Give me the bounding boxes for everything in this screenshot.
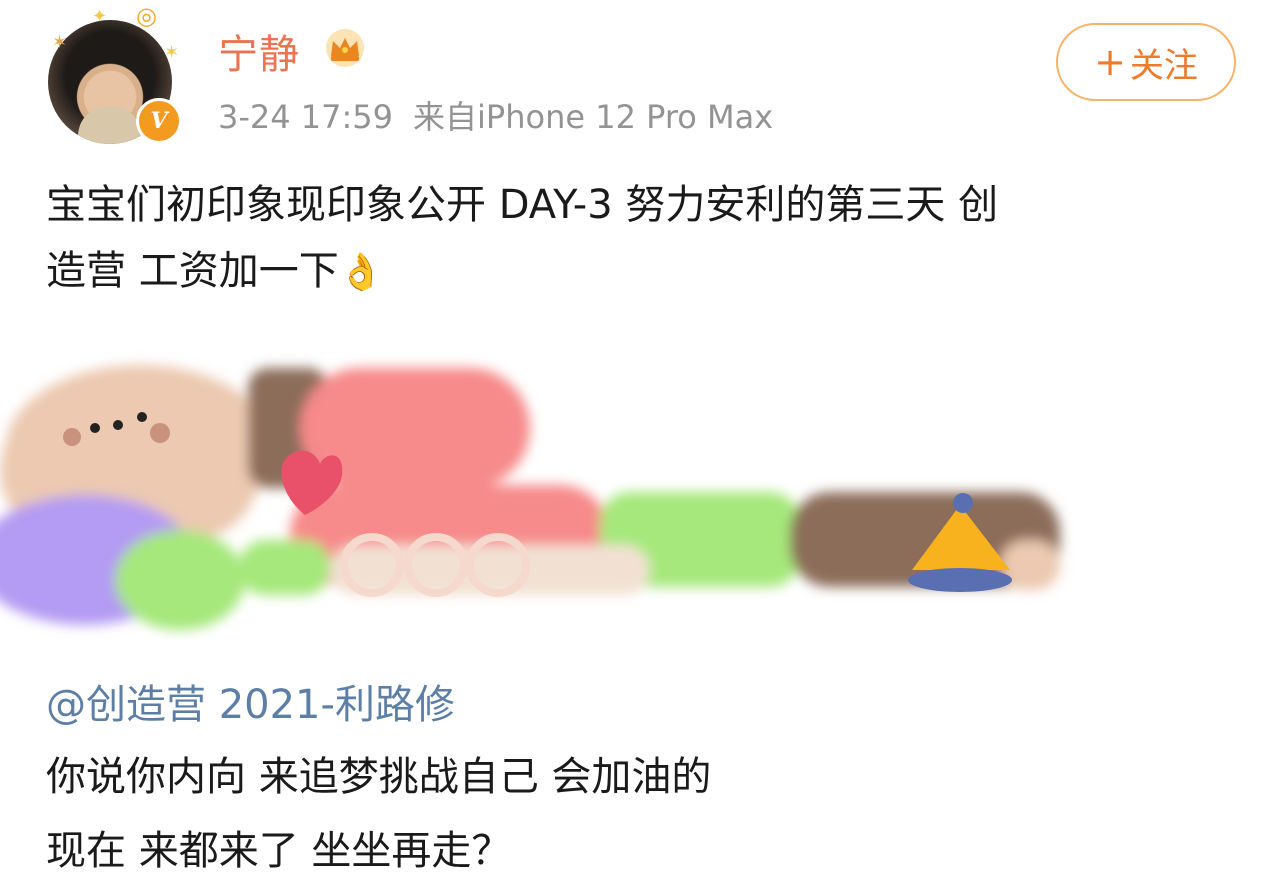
post-source: 来自iPhone 12 Pro Max	[413, 98, 774, 136]
ok-hand-icon: 👌	[338, 252, 384, 293]
sparkle-icon: ✶	[52, 32, 68, 53]
post-text-line-2: 造营 工资加一下👌	[46, 238, 1246, 306]
post-text-line: 宝宝们初印象现印象公开 DAY-3 努力安利的第三天 创	[46, 182, 999, 228]
post-text-line: 造营 工资加一下	[46, 248, 339, 294]
post-meta: 3-24 17:59 来自iPhone 12 Pro Max	[218, 92, 773, 138]
star-icon: ✦	[92, 6, 108, 27]
repost-text-line: 你说你内向 来追梦挑战自己 会加油的	[46, 754, 712, 800]
ring-icon: ◎	[136, 2, 157, 30]
post-image[interactable]	[0, 340, 1284, 640]
repost-user-link[interactable]: @创造营 2021-利路修	[46, 672, 455, 730]
repost-text-line: 现在 来都来了 坐坐再走？	[46, 828, 512, 874]
post-text: 宝宝们初印象现印象公开 DAY-3 努力安利的第三天 创 造营 工资加一下👌	[46, 172, 1246, 306]
follow-label: 关注	[1129, 45, 1198, 86]
post-timestamp: 3-24 17:59	[218, 98, 394, 136]
verified-badge-icon: V	[136, 98, 182, 144]
crown-icon	[326, 29, 364, 67]
sparkle-icon: ✶	[164, 42, 180, 63]
follow-button[interactable]: + 关注	[1056, 23, 1236, 101]
username[interactable]: 宁静	[218, 22, 300, 80]
plus-icon: +	[1094, 40, 1126, 84]
